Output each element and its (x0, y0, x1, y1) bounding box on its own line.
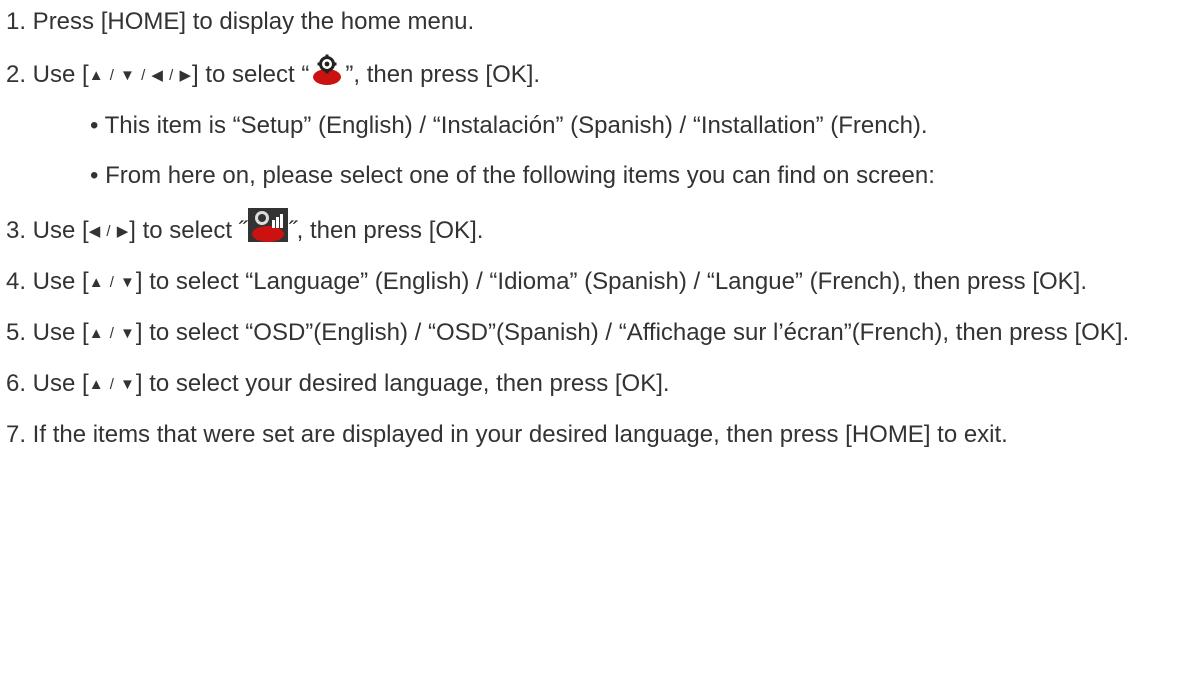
step-3-pre: 3. Use [ (6, 217, 89, 244)
step-3-post: ˝, then press [OK]. (288, 217, 484, 244)
step-3-arrows: ◀ / ▶ (88, 223, 130, 240)
step-2: 2. Use [▲ / ▼ / ◀ / ▶] to select “ ”, the… (6, 54, 1191, 94)
step-6-pre: 6. Use [ (6, 370, 89, 397)
step-6-arrows: ▲ / ▼ (88, 376, 136, 393)
step-6-post: ] to select your desired language, then … (135, 370, 670, 397)
step-4-pre: 4. Use [ (6, 268, 89, 295)
step-3-mid: ] to select ˝ (129, 217, 247, 244)
step-5-post: ] to select “OSD”(English) / “OSD”(Spani… (135, 319, 1130, 346)
step-5: 5. Use [▲ / ▼] to select “OSD”(English) … (6, 315, 1191, 352)
setup-gear-icon (310, 54, 345, 86)
instructions: 1. Press [HOME] to display the home menu… (0, 0, 1191, 453)
step-1: 1. Press [HOME] to display the home menu… (6, 8, 475, 35)
step-4-arrows: ▲ / ▼ (88, 274, 136, 291)
step-2-post: ”, then press [OK]. (345, 61, 541, 88)
step-5-arrows: ▲ / ▼ (88, 325, 136, 342)
step-6: 6. Use [▲ / ▼] to select your desired la… (6, 366, 1191, 403)
step-2-arrows: ▲ / ▼ / ◀ / ▶ (88, 67, 192, 84)
step-4: 4. Use [▲ / ▼] to select “Language” (Eng… (6, 264, 1191, 301)
step-3: 3. Use [◀ / ▶] to select ˝ ˝, then press … (6, 208, 1191, 250)
step-2-pre: 2. Use [ (6, 61, 89, 88)
preferences-gear-icon (247, 208, 288, 242)
bullet-setup-item: • This item is “Setup” (English) / “Inst… (90, 112, 928, 139)
step-4-post: ] to select “Language” (English) / “Idio… (135, 268, 1087, 295)
bullet-select-items: • From here on, please select one of the… (90, 162, 935, 189)
step-5-pre: 5. Use [ (6, 319, 89, 346)
step-7: 7. If the items that were set are displa… (6, 421, 1008, 448)
step-2-mid: ] to select “ (191, 61, 310, 88)
